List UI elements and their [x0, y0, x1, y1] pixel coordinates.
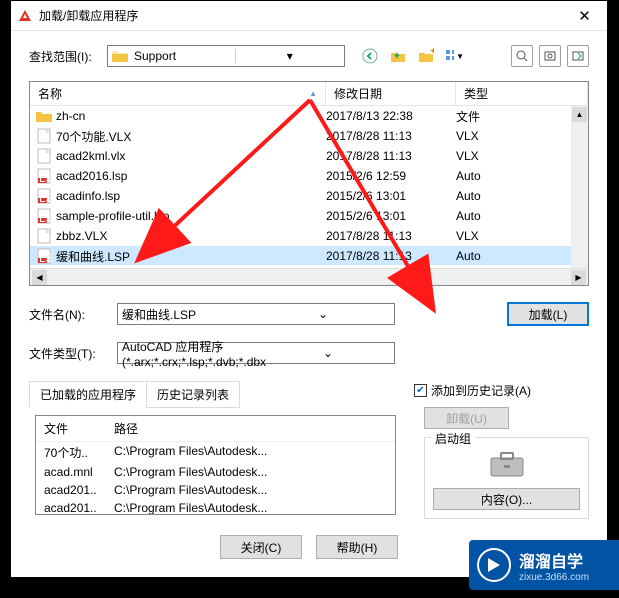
scroll-right-icon: ▶: [571, 270, 586, 285]
views-button[interactable]: ▼: [443, 45, 465, 67]
file-row[interactable]: LSP缓和曲线.LSP2017/8/28 11:13Auto: [30, 246, 588, 265]
add-to-history-checkbox[interactable]: ✔添加到历史记录(A): [414, 382, 589, 399]
scroll-up-icon: ▲: [572, 107, 587, 122]
type-column-header[interactable]: 类型: [456, 82, 588, 105]
close-button[interactable]: ✕: [562, 1, 607, 31]
up-folder-icon: [390, 48, 406, 64]
filename-input[interactable]: 缓和曲线.LSP⌄: [117, 303, 395, 325]
location-combo[interactable]: Support ▾: [107, 45, 345, 67]
chevron-down-icon: ▾: [235, 49, 341, 63]
watermark: 溜溜自学 zixue.3d66.com: [469, 540, 619, 590]
file-row[interactable]: LSPacadinfo.lsp2015/2/6 13:01Auto: [30, 186, 588, 206]
location-label: 查找范围(I):: [29, 48, 99, 65]
svg-text:LSP: LSP: [39, 251, 52, 264]
loaded-file-header: 文件: [44, 420, 114, 437]
back-button[interactable]: [359, 45, 381, 67]
help-button[interactable]: 帮助(H): [316, 535, 398, 559]
file-list[interactable]: 名称▲ 修改日期 类型 zh-cn2017/8/13 22:38文件70个功能.…: [29, 81, 589, 286]
svg-text:LSP: LSP: [39, 171, 52, 184]
filename-label: 文件名(N):: [29, 306, 107, 323]
loaded-row[interactable]: 70个功..C:\Program Files\Autodesk...: [36, 442, 395, 463]
date-column-header[interactable]: 修改日期: [326, 82, 456, 105]
new-folder-icon: ✦: [418, 48, 434, 64]
startup-group-label: 启动组: [431, 430, 475, 447]
svg-text:✦: ✦: [429, 48, 434, 58]
up-button[interactable]: [387, 45, 409, 67]
file-row[interactable]: LSPacad2016.lsp2015/2/6 12:59Auto: [30, 166, 588, 186]
sort-asc-icon: ▲: [309, 89, 317, 98]
vertical-scrollbar[interactable]: ▲: [571, 106, 588, 268]
loaded-path-header: 路径: [114, 420, 138, 437]
tool-add-button[interactable]: [567, 45, 589, 67]
file-row[interactable]: LSPsample-profile-util.lsp2015/2/6 13:01…: [30, 206, 588, 226]
filetype-select[interactable]: AutoCAD 应用程序(*.arx;*.crx;*.lsp;*.dvb;*.d…: [117, 342, 395, 364]
close-dialog-button[interactable]: 关闭(C): [220, 535, 302, 559]
watermark-url: zixue.3d66.com: [519, 572, 589, 583]
chevron-down-icon: ⌄: [256, 307, 390, 321]
file-row[interactable]: acad2kml.vlx2017/8/28 11:13VLX: [30, 146, 588, 166]
tool-locate-button[interactable]: [539, 45, 561, 67]
file-row[interactable]: zbbz.VLX2017/8/28 11:13VLX: [30, 226, 588, 246]
tab-history[interactable]: 历史记录列表: [146, 381, 240, 408]
scroll-left-icon: ◀: [32, 270, 47, 285]
name-column-header[interactable]: 名称▲: [30, 82, 326, 105]
svg-text:LSP: LSP: [39, 191, 52, 204]
contents-button[interactable]: 内容(O)...: [433, 488, 580, 510]
tab-loaded-apps[interactable]: 已加载的应用程序: [29, 381, 147, 408]
goto-icon: [571, 49, 585, 63]
views-icon: [444, 48, 454, 64]
locate-icon: [543, 49, 557, 63]
app-icon: [17, 8, 33, 24]
filetype-label: 文件类型(T):: [29, 345, 107, 362]
unload-button[interactable]: 卸载(U): [424, 407, 509, 429]
checkmark-icon: ✔: [414, 384, 427, 397]
new-folder-button[interactable]: ✦: [415, 45, 437, 67]
horizontal-scrollbar[interactable]: ◀▶: [30, 268, 588, 285]
watermark-name: 溜溜自学: [519, 548, 589, 572]
loaded-row[interactable]: acad201..C:\Program Files\Autodesk...: [36, 499, 395, 515]
load-button[interactable]: 加载(L): [507, 302, 589, 326]
search-icon: [515, 49, 529, 63]
play-icon: [477, 548, 511, 582]
window-title: 加载/卸载应用程序: [39, 7, 562, 24]
svg-text:LSP: LSP: [39, 211, 52, 224]
file-row[interactable]: zh-cn2017/8/13 22:38文件: [30, 106, 588, 126]
folder-icon: [112, 49, 128, 63]
briefcase-icon: [487, 450, 527, 480]
loaded-apps-list[interactable]: 文件路径 70个功..C:\Program Files\Autodesk...a…: [35, 415, 396, 515]
chevron-down-icon: ⌄: [266, 346, 390, 360]
loaded-row[interactable]: acad201..C:\Program Files\Autodesk...: [36, 481, 395, 499]
loaded-row[interactable]: acad.mnlC:\Program Files\Autodesk...: [36, 463, 395, 481]
tool-find-button[interactable]: [511, 45, 533, 67]
back-icon: [362, 48, 378, 64]
file-row[interactable]: 70个功能.VLX2017/8/28 11:13VLX: [30, 126, 588, 146]
location-value: Support: [134, 49, 235, 63]
